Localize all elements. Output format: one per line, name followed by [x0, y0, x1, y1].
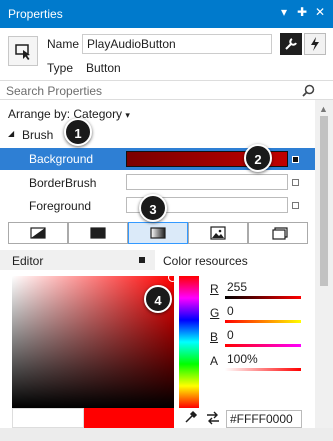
title-bar: Properties ▾ ✚ ✕: [0, 0, 333, 28]
solid-brush-tab[interactable]: [68, 222, 128, 244]
chevron-down-icon: ▾: [125, 110, 130, 120]
hex-value-input[interactable]: #FFFF0000: [226, 410, 302, 428]
alpha-channel-slider[interactable]: [225, 368, 301, 371]
no-brush-icon: [30, 227, 46, 239]
resource-brush-icon: [272, 227, 288, 240]
search-input[interactable]: Search Properties: [6, 84, 102, 98]
red-channel-label: R: [210, 282, 219, 296]
blue-channel-slider[interactable]: [225, 344, 301, 347]
dropdown-icon[interactable]: ▾: [277, 5, 291, 19]
borderbrush-swatch[interactable]: [126, 174, 288, 190]
background-advanced-icon[interactable]: [292, 156, 299, 163]
lightning-icon: [311, 37, 319, 51]
scrollbar[interactable]: ▲ ▼: [315, 100, 333, 441]
pin-icon[interactable]: ✚: [295, 5, 309, 19]
background-label[interactable]: Background: [29, 152, 93, 166]
editor-advanced-icon[interactable]: [139, 257, 145, 263]
gradient-brush-icon: [150, 227, 166, 239]
swap-icon[interactable]: [206, 411, 220, 428]
scrollbar-thumb[interactable]: [320, 116, 328, 286]
callout-4: 4: [144, 285, 172, 313]
callout-3: 3: [139, 194, 167, 222]
blue-channel-input[interactable]: 0: [225, 328, 301, 344]
type-label: Type: [47, 61, 74, 75]
resource-brush-tab[interactable]: [248, 222, 308, 244]
editor-tab[interactable]: Editor: [12, 254, 43, 268]
brush-type-tabs: [8, 222, 308, 244]
color-resources-label: Color resources: [163, 254, 248, 268]
editor-tab-row: Editor Color resources: [0, 250, 315, 270]
callout-2: 2: [244, 144, 272, 172]
scroll-up-icon[interactable]: ▲: [319, 104, 328, 114]
red-channel-slider[interactable]: [225, 296, 301, 299]
events-button[interactable]: [304, 33, 326, 55]
color-selector-handle[interactable]: [168, 273, 177, 282]
image-brush-tab[interactable]: [188, 222, 248, 244]
borderbrush-advanced-icon[interactable]: [292, 179, 299, 186]
previous-color-swatch: [12, 408, 84, 428]
borderbrush-label[interactable]: BorderBrush: [29, 176, 96, 190]
hue-slider[interactable]: [179, 276, 199, 408]
alpha-channel-input[interactable]: 100%: [225, 352, 301, 368]
color-resources-tab[interactable]: Color resources: [155, 250, 315, 270]
close-icon[interactable]: ✕: [313, 5, 327, 19]
brush-category[interactable]: Brush: [22, 128, 53, 142]
no-brush-tab[interactable]: [8, 222, 68, 244]
green-channel-label: G: [210, 306, 220, 320]
search-box[interactable]: Search Properties: [0, 80, 333, 100]
wrench-icon: [285, 38, 297, 50]
eyedropper-icon[interactable]: [184, 410, 198, 427]
selection-icon: [8, 36, 38, 66]
image-brush-icon: [210, 226, 226, 240]
green-channel-slider[interactable]: [225, 320, 301, 323]
red-channel-input[interactable]: 255: [225, 280, 301, 296]
alpha-channel-label: A: [210, 354, 219, 368]
properties-button[interactable]: [280, 33, 302, 55]
bottom-strip: [0, 428, 333, 441]
callout-1: 1: [64, 118, 92, 146]
search-icon: [302, 84, 315, 97]
arrange-by-dropdown[interactable]: Arrange by: Category ▾: [8, 107, 130, 121]
solid-brush-icon: [90, 227, 106, 239]
name-input[interactable]: PlayAudioButton: [82, 34, 272, 54]
name-label: Name: [47, 37, 80, 51]
foreground-advanced-icon[interactable]: [292, 202, 299, 209]
collapse-icon[interactable]: ◢: [8, 129, 14, 138]
window-title: Properties: [8, 7, 63, 21]
gradient-brush-tab[interactable]: [128, 222, 188, 244]
blue-channel-label: B: [210, 330, 219, 344]
foreground-label[interactable]: Foreground: [29, 199, 91, 213]
type-value: Button: [86, 61, 121, 75]
arrange-by-label: Arrange by: Category: [8, 107, 123, 121]
current-color-swatch: [84, 408, 174, 428]
green-channel-input[interactable]: 0: [225, 304, 301, 320]
